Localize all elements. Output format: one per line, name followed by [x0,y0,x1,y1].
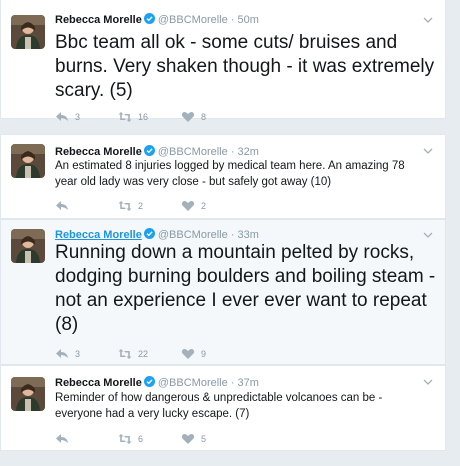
chevron-down-icon[interactable] [423,15,433,25]
timestamp[interactable]: 32m [238,146,259,158]
tweet-card[interactable]: Rebecca Morelle @BBCMorelle · 37m Remind… [0,365,446,451]
verified-badge-icon [143,376,155,387]
retweet-count: 22 [138,349,149,359]
reply-button[interactable] [55,199,75,213]
reply-button[interactable]: 3 [55,110,80,124]
author-handle[interactable]: @BBCMorelle [158,146,228,158]
retweet-count: 6 [138,434,144,444]
author-handle[interactable]: @BBCMorelle [158,14,228,26]
verified-badge-icon [143,145,155,156]
chevron-down-icon[interactable] [423,146,433,156]
heart-icon [181,434,195,444]
chevron-down-icon[interactable] [423,230,433,240]
heart-icon [181,349,195,359]
reply-icon [56,434,68,443]
separator-dot: · [230,377,235,389]
timestamp[interactable]: 37m [238,377,259,389]
retweet-icon [118,434,132,444]
tweet-card[interactable]: Rebecca Morelle @BBCMorelle · 50m Bbc te… [0,0,446,122]
heart-icon [181,112,195,122]
reply-button[interactable] [55,432,75,446]
reply-count: 3 [75,349,81,359]
verified-badge-icon [143,228,155,239]
tweet-text: An estimated 8 injuries logged by medica… [55,160,405,188]
retweet-button[interactable]: 22 [118,347,148,361]
verified-badge-icon [143,13,155,24]
reply-icon [56,349,68,358]
like-count: 2 [201,201,207,211]
retweet-icon [118,349,132,359]
heart-icon [181,201,195,211]
avatar[interactable] [11,229,45,263]
tweet-feed: Rebecca Morelle @BBCMorelle · 50m Bbc te… [0,0,460,466]
like-button[interactable]: 2 [181,199,206,213]
tweet-header: Rebecca Morelle @BBCMorelle · 37m [55,376,259,390]
like-button[interactable]: 5 [181,432,206,446]
separator-dot: · [230,146,235,158]
like-button[interactable]: 9 [181,347,206,361]
retweet-button[interactable]: 16 [118,110,148,124]
retweet-count: 2 [138,201,144,211]
timestamp[interactable]: 50m [238,14,259,26]
chevron-down-icon[interactable] [423,377,433,387]
retweet-button[interactable]: 6 [118,432,143,446]
like-count: 8 [201,112,207,122]
reply-icon [56,112,68,121]
like-count: 9 [201,349,207,359]
reply-button[interactable]: 3 [55,347,80,361]
retweet-icon [118,201,132,211]
reply-count: 3 [75,112,81,122]
avatar[interactable] [11,377,45,411]
tweet-header: Rebecca Morelle @BBCMorelle · 33m [55,228,259,242]
separator-dot: · [230,229,235,241]
like-count: 5 [201,434,207,444]
tweet-card[interactable]: Rebecca Morelle @BBCMorelle · 32m An est… [0,134,446,219]
tweet-header: Rebecca Morelle @BBCMorelle · 50m [55,13,259,27]
author-name[interactable]: Rebecca Morelle [55,229,142,241]
author-name[interactable]: Rebecca Morelle [55,14,142,26]
author-name[interactable]: Rebecca Morelle [55,146,142,158]
timestamp[interactable]: 33m [238,229,259,241]
tweet-text: Bbc team all ok - some cuts/ bruises and… [55,32,435,101]
retweet-count: 16 [138,112,149,122]
author-handle[interactable]: @BBCMorelle [158,229,228,241]
reply-icon [56,201,68,210]
avatar[interactable] [11,15,45,49]
avatar[interactable] [11,144,45,178]
tweet-header: Rebecca Morelle @BBCMorelle · 32m [55,145,259,159]
separator-dot: · [230,14,235,26]
tweet-card[interactable]: Rebecca Morelle @BBCMorelle · 33m Runnin… [0,219,446,365]
tweet-text: Running down a mountain pelted by rocks,… [55,242,436,335]
retweet-icon [118,112,132,122]
like-button[interactable]: 8 [181,110,206,124]
author-name[interactable]: Rebecca Morelle [55,377,142,389]
tweet-text: Reminder of how dangerous & unpredictabl… [55,392,383,420]
retweet-button[interactable]: 2 [118,199,143,213]
author-handle[interactable]: @BBCMorelle [158,377,228,389]
